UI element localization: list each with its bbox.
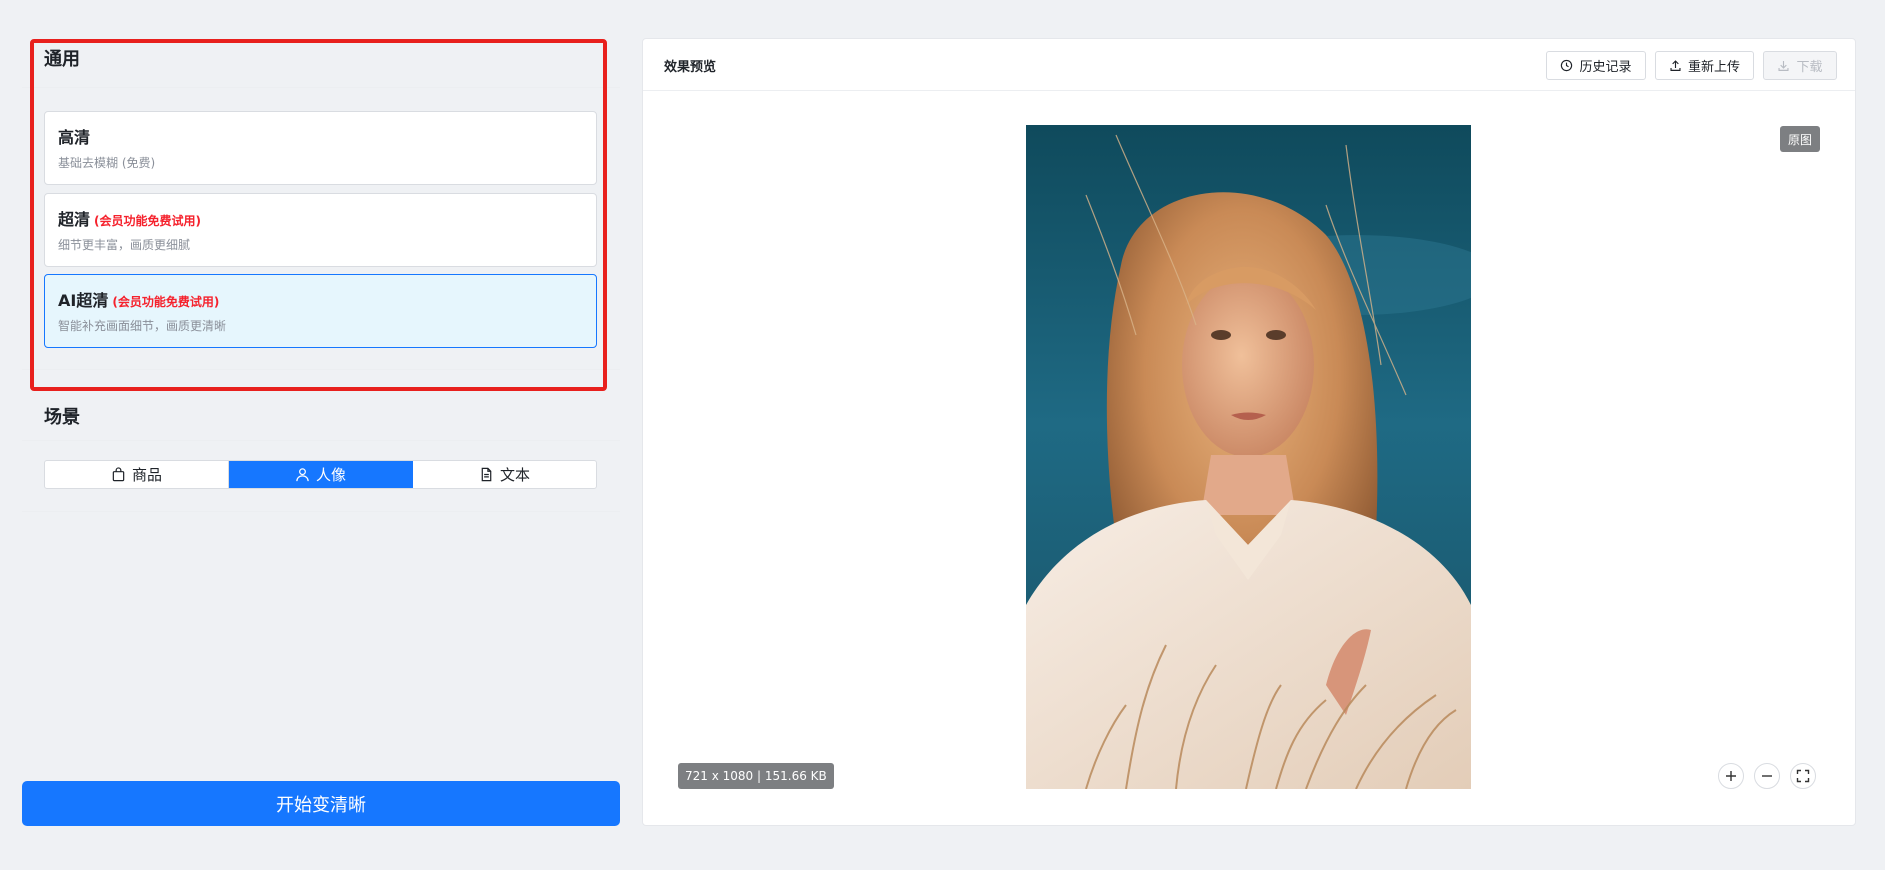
preview-header: 效果预览 历史记录 重新上传 下载 [643, 39, 1855, 91]
reupload-label: 重新上传 [1687, 60, 1740, 75]
scene-portrait[interactable]: 人像 [229, 461, 413, 488]
option-name: 超清 (会员功能免费试用) [58, 210, 201, 229]
member-trial-tag: (会员功能免费试用) [94, 214, 201, 228]
preview-image [1026, 125, 1471, 789]
download-button[interactable]: 下载 [1763, 51, 1837, 80]
zoom-out-icon [1762, 775, 1772, 777]
scene-label: 人像 [315, 466, 346, 484]
history-button[interactable]: 历史记录 [1546, 51, 1646, 80]
history-label: 历史记录 [1579, 60, 1632, 75]
preview-title: 效果预览 [664, 60, 717, 75]
user-icon [296, 468, 309, 482]
upload-icon [1670, 60, 1681, 71]
clock-icon [1561, 59, 1573, 72]
option-name: 高清 [58, 128, 91, 147]
zoom-in-button[interactable] [1718, 763, 1744, 789]
original-badge: 原图 [1780, 126, 1820, 152]
scene-product[interactable]: 商品 [45, 461, 229, 488]
section-divider [22, 369, 620, 370]
scene-selector: 商品 人像 文本 [44, 460, 597, 489]
option-name: AI超清 (会员功能免费试用) [58, 291, 220, 310]
fullscreen-button[interactable] [1790, 763, 1816, 789]
shopping-bag-icon [112, 467, 125, 482]
option-desc: 基础去模糊 (免费) [58, 156, 156, 170]
section-divider [22, 440, 620, 441]
option-desc: 智能补充画面细节，画质更清晰 [58, 319, 227, 333]
general-section-title: 通用 [44, 49, 80, 70]
scene-section-title: 场景 [44, 407, 80, 428]
scene-text[interactable]: 文本 [413, 461, 596, 488]
reupload-button[interactable]: 重新上传 [1655, 51, 1754, 80]
zoom-out-button[interactable] [1754, 763, 1780, 789]
fullscreen-icon [1796, 769, 1810, 783]
section-divider [22, 511, 620, 512]
download-icon [1778, 61, 1790, 71]
option-desc: 细节更丰富，画质更细腻 [58, 238, 191, 252]
start-enhance-button[interactable]: 开始变清晰 [22, 781, 620, 826]
scene-label: 文本 [499, 466, 530, 484]
option-hd[interactable]: 高清 基础去模糊 (免费) [44, 111, 597, 185]
download-label: 下载 [1796, 60, 1823, 75]
option-ai-ultra-hd[interactable]: AI超清 (会员功能免费试用) 智能补充画面细节，画质更清晰 [44, 274, 597, 348]
option-ultra-hd[interactable]: 超清 (会员功能免费试用) 细节更丰富，画质更细腻 [44, 193, 597, 267]
scene-label: 商品 [131, 466, 162, 484]
zoom-in-icon [1726, 771, 1736, 781]
preview-panel: 效果预览 历史记录 重新上传 下载 原图 721 x 1080 | 151.66… [642, 38, 1856, 826]
image-info-badge: 721 x 1080 | 151.66 KB [678, 763, 834, 789]
document-icon [481, 467, 492, 482]
section-divider [22, 87, 620, 88]
settings-panel: 通用 高清 基础去模糊 (免费) 超清 (会员功能免费试用) 细节更丰富，画质更细… [22, 36, 620, 832]
member-trial-tag: (会员功能免费试用) [112, 295, 220, 309]
